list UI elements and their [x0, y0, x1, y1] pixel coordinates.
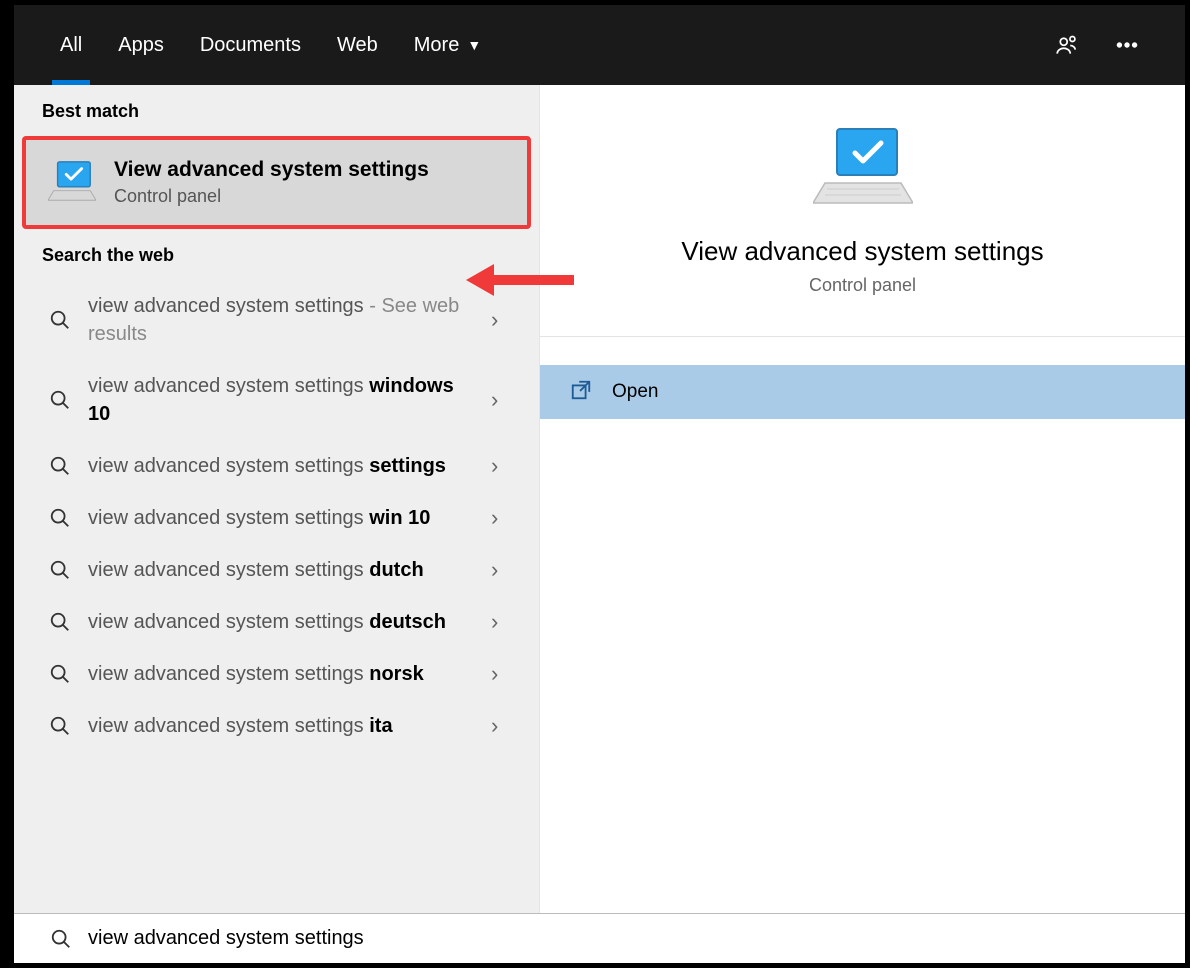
search-icon	[46, 559, 74, 581]
search-input[interactable]	[88, 927, 1165, 950]
best-match-subtitle: Control panel	[114, 186, 429, 207]
tab-web[interactable]: Web	[319, 5, 396, 85]
chevron-right-icon: ›	[491, 505, 519, 531]
tab-more-label: More	[414, 34, 460, 57]
web-result-2[interactable]: view advanced system settings settings›	[14, 440, 539, 492]
tab-documents[interactable]: Documents	[182, 5, 319, 85]
search-icon	[46, 715, 74, 737]
web-result-text: view advanced system settings - See web …	[88, 292, 491, 348]
search-icon	[46, 309, 74, 331]
web-result-text: view advanced system settings norsk	[88, 660, 491, 688]
section-search-web: Search the web	[14, 229, 539, 280]
chevron-right-icon: ›	[491, 557, 519, 583]
chevron-right-icon: ›	[491, 661, 519, 687]
web-result-5[interactable]: view advanced system settings deutsch›	[14, 596, 539, 648]
chevron-down-icon: ▼	[467, 37, 481, 53]
search-icon	[46, 455, 74, 477]
search-icon	[46, 507, 74, 529]
section-best-match: Best match	[14, 85, 539, 136]
preview-panel: View advanced system settings Control pa…	[539, 85, 1185, 913]
preview-subtitle: Control panel	[809, 275, 916, 296]
tab-more[interactable]: More ▼	[396, 5, 499, 85]
monitor-check-icon	[48, 159, 96, 207]
top-tab-bar: All Apps Documents Web More ▼	[14, 5, 1185, 85]
tab-apps[interactable]: Apps	[100, 5, 182, 85]
best-match-title: View advanced system settings	[114, 158, 429, 182]
more-options-button[interactable]	[1097, 5, 1157, 85]
people-icon	[1054, 32, 1080, 58]
results-panel: Best match View advanced system settings…	[14, 85, 539, 913]
open-external-icon	[570, 379, 592, 406]
web-result-4[interactable]: view advanced system settings dutch›	[14, 544, 539, 596]
search-icon	[50, 928, 72, 950]
chevron-right-icon: ›	[491, 387, 519, 413]
web-result-text: view advanced system settings deutsch	[88, 608, 491, 636]
web-result-7[interactable]: view advanced system settings ita›	[14, 700, 539, 752]
web-result-text: view advanced system settings win 10	[88, 504, 491, 532]
web-result-text: view advanced system settings ita	[88, 712, 491, 740]
action-open[interactable]: Open	[540, 365, 1185, 419]
web-result-1[interactable]: view advanced system settings windows 10…	[14, 360, 539, 440]
chevron-right-icon: ›	[491, 609, 519, 635]
search-bar[interactable]	[14, 913, 1185, 963]
search-icon	[46, 389, 74, 411]
search-icon	[46, 611, 74, 633]
tab-all[interactable]: All	[42, 5, 100, 85]
chevron-right-icon: ›	[491, 713, 519, 739]
web-result-0[interactable]: view advanced system settings - See web …	[14, 280, 539, 360]
web-result-6[interactable]: view advanced system settings norsk›	[14, 648, 539, 700]
action-open-label: Open	[612, 381, 658, 403]
chevron-right-icon: ›	[491, 307, 519, 333]
search-icon	[46, 663, 74, 685]
best-match-result[interactable]: View advanced system settings Control pa…	[22, 136, 531, 229]
preview-icon	[813, 125, 913, 222]
web-result-3[interactable]: view advanced system settings win 10›	[14, 492, 539, 544]
web-result-text: view advanced system settings windows 10	[88, 372, 491, 428]
web-result-text: view advanced system settings dutch	[88, 556, 491, 584]
ellipsis-icon	[1114, 32, 1140, 58]
web-result-text: view advanced system settings settings	[88, 452, 491, 480]
chevron-right-icon: ›	[491, 453, 519, 479]
feedback-button[interactable]	[1037, 5, 1097, 85]
preview-title: View advanced system settings	[681, 236, 1043, 267]
